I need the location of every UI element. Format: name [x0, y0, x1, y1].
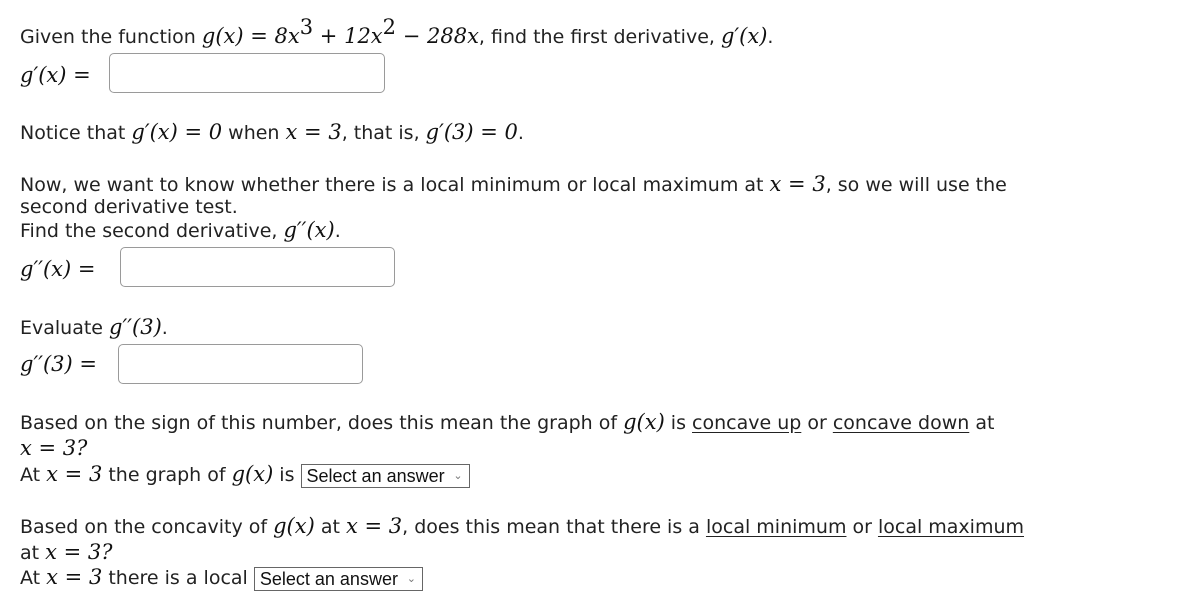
evaluate-label: g′′(3) =	[20, 352, 97, 376]
notice-statement: Notice that g′(x) = 0 when x = 3, that i…	[20, 120, 524, 145]
second-derivative-prompt: Find the second derivative, g′′(x).	[20, 218, 341, 243]
text: Based on the concavity of	[20, 516, 274, 538]
text: .	[517, 122, 524, 144]
plus: +	[313, 24, 345, 48]
concave-down-link[interactable]: concave down	[833, 412, 969, 434]
text: Now, we want to know whether there is a …	[20, 174, 770, 196]
text: the graph of	[102, 464, 232, 486]
equals: =	[243, 24, 275, 48]
prompt-text: Given the function	[20, 26, 202, 48]
concave-up-link[interactable]: concave up	[692, 412, 801, 434]
math-expr: x = 3?	[45, 540, 113, 564]
text: Find the second derivative,	[20, 220, 284, 242]
text: Based on the sign of this number, does t…	[20, 412, 624, 434]
concavity-question-line2: x = 3?	[20, 436, 88, 460]
concavity-answer-line: At x = 3 the graph of g(x) is Select an …	[20, 462, 470, 488]
extremum-select[interactable]: Select an answer ⌄	[253, 566, 423, 591]
text: when	[222, 122, 286, 144]
text: at	[314, 516, 346, 538]
text: .	[161, 317, 168, 339]
term-3: 288x	[426, 24, 479, 48]
concavity-question-line1: Based on the sign of this number, does t…	[20, 410, 994, 435]
extremum-question-line1: Based on the concavity of g(x) at x = 3,…	[20, 514, 1024, 539]
term-2-exponent: 2	[382, 15, 397, 39]
g-prime-expr: g′(x)	[720, 24, 768, 48]
math-expr: g′(x) = 0	[131, 120, 223, 144]
text: At	[20, 464, 47, 486]
select-value: Select an answer	[259, 568, 398, 589]
question-first-derivative: Given the function g(x) = 8x3 + 12x2 − 2…	[20, 17, 774, 49]
text: there is a local	[102, 567, 254, 589]
concavity-select[interactable]: Select an answer ⌄	[300, 463, 470, 488]
local-minimum-link[interactable]: local minimum	[706, 516, 846, 538]
math-expr: x = 3	[345, 514, 403, 538]
evaluate-prompt: Evaluate g′′(3).	[20, 315, 168, 340]
text: At	[20, 567, 47, 589]
math-expr: x = 3	[769, 172, 826, 196]
function-g: g(x)	[201, 24, 244, 48]
text: at	[20, 542, 46, 564]
period: .	[767, 26, 774, 48]
term-1-exponent: 3	[299, 15, 314, 39]
chevron-down-icon: ⌄	[406, 572, 416, 585]
math-expr: g(x)	[231, 462, 274, 486]
math-expr: g(x)	[623, 410, 665, 434]
extremum-answer-line: At x = 3 there is a local Select an answ…	[20, 565, 423, 591]
math-expr: x = 3	[285, 120, 342, 144]
math-expr: g(x)	[273, 514, 315, 538]
text: or	[801, 412, 833, 434]
term-2: 12x	[344, 24, 383, 48]
math-expr: g′′(x)	[283, 218, 335, 242]
evaluate-input[interactable]	[118, 344, 363, 384]
local-maximum-link[interactable]: local maximum	[878, 516, 1024, 538]
text: , so we will use the	[825, 174, 1007, 196]
second-derivative-intro-line1: Now, we want to know whether there is a …	[20, 172, 1007, 197]
math-expr: x = 3	[46, 565, 103, 589]
text: .	[334, 220, 341, 242]
minus: −	[396, 24, 427, 48]
math-expr: x = 3	[46, 462, 103, 486]
text: at	[969, 412, 995, 434]
math-expr: g′′(3)	[109, 315, 162, 339]
text: , that is,	[341, 122, 426, 144]
text: , does this mean that there is a	[402, 516, 706, 538]
first-derivative-label: g′(x) =	[20, 63, 91, 87]
text: is	[664, 412, 693, 434]
text: Evaluate	[20, 317, 110, 339]
second-derivative-label: g′′(x) =	[20, 257, 96, 281]
second-derivative-intro-line2: second derivative test.	[20, 196, 238, 218]
term-1: 8x	[274, 24, 300, 48]
text: or	[846, 516, 878, 538]
chevron-down-icon: ⌄	[453, 469, 463, 482]
text: Notice that	[20, 122, 132, 144]
second-derivative-input[interactable]	[120, 247, 395, 287]
select-value: Select an answer	[306, 465, 445, 486]
text: is	[273, 464, 301, 486]
math-expr: g′(3) = 0	[425, 120, 518, 144]
first-derivative-input[interactable]	[109, 53, 385, 93]
prompt-text: , find the first derivative,	[478, 26, 721, 48]
extremum-question-line2: at x = 3?	[20, 540, 113, 565]
